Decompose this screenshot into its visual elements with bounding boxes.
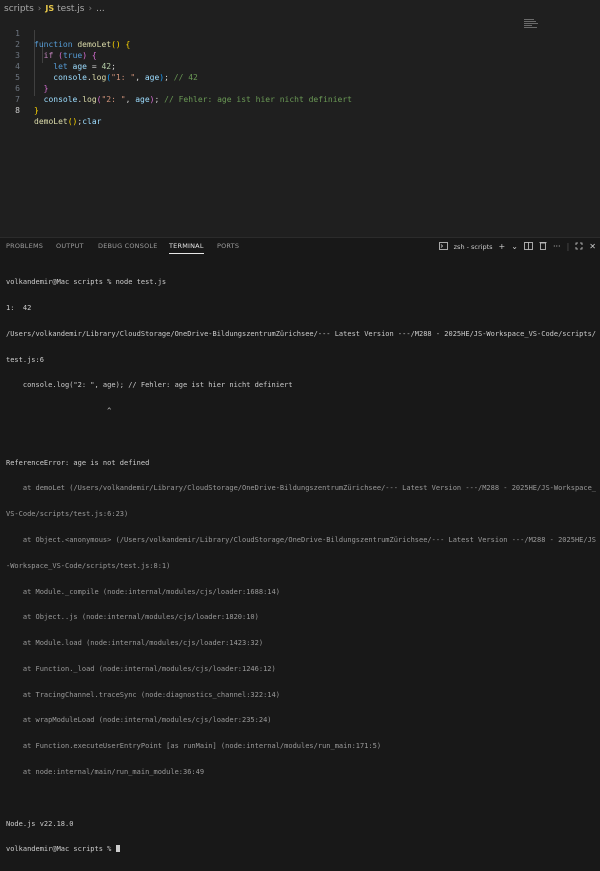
breadcrumb-symbol[interactable]: ... bbox=[96, 4, 105, 14]
chevron-down-icon[interactable]: ⌄ bbox=[511, 242, 518, 251]
add-terminal-icon[interactable]: + bbox=[499, 242, 506, 251]
terminal-actions: zsh - scripts + ⌄ ··· | ✕ bbox=[438, 241, 596, 252]
terminal-line: at TracingChannel.traceSync (node:diagno… bbox=[6, 690, 280, 699]
terminal-cursor bbox=[115, 845, 120, 853]
tab-ports[interactable]: PORTS bbox=[217, 242, 239, 250]
terminal-line: at wrapModuleLoad (node:internal/modules… bbox=[6, 716, 272, 725]
terminal-prompt-line[interactable]: volkandemir@Mac scripts % bbox=[6, 845, 596, 854]
terminal-line: at Function.executeUserEntryPoint [as ru… bbox=[6, 742, 382, 751]
js-file-icon: JS bbox=[45, 4, 55, 13]
code-line: 1 function demoLet() { bbox=[0, 17, 560, 49]
separator-icon: | bbox=[566, 242, 570, 251]
bottom-panel: PROBLEMS OUTPUT DEBUG CONSOLE TERMINAL P… bbox=[0, 237, 600, 853]
terminal-line: at Object.<anonymous> (/Users/volkandemi… bbox=[6, 536, 597, 544]
panel-tabs: PROBLEMS OUTPUT DEBUG CONSOLE TERMINAL P… bbox=[0, 238, 600, 256]
terminal-output[interactable]: volkandemir@Mac scripts % node test.js 1… bbox=[6, 261, 596, 871]
terminal-line: at demoLet (/Users/volkandemir/Library/C… bbox=[6, 484, 597, 493]
breadcrumb-folder[interactable]: scripts bbox=[4, 4, 34, 14]
close-panel-icon[interactable]: ✕ bbox=[589, 242, 596, 251]
tab-problems[interactable]: PROBLEMS bbox=[6, 242, 43, 250]
terminal-line: ReferenceError: age is not defined bbox=[6, 458, 150, 467]
tab-output[interactable]: OUTPUT bbox=[56, 242, 84, 250]
terminal-line: at Module.load (node:internal/modules/cj… bbox=[6, 639, 264, 648]
terminal-line: test.js:6 bbox=[6, 355, 44, 364]
terminal-line: volkandemir@Mac scripts % node test.js bbox=[6, 278, 167, 287]
terminal-line: console.log("2: ", age); // Fehler: age … bbox=[6, 381, 293, 390]
tab-terminal[interactable]: TERMINAL bbox=[169, 242, 204, 254]
tab-debug-console[interactable]: DEBUG CONSOLE bbox=[98, 242, 158, 250]
split-terminal-icon[interactable] bbox=[524, 241, 533, 252]
code-editor[interactable]: 1 function demoLet() { 2 if (true) { 3 l… bbox=[0, 17, 600, 237]
terminal-line: Node.js v22.18.0 bbox=[6, 819, 74, 828]
breadcrumb-file[interactable]: test.js bbox=[57, 4, 84, 14]
terminal-selector[interactable]: zsh - scripts bbox=[454, 243, 493, 251]
terminal-line: at Object..js (node:internal/modules/cjs… bbox=[6, 613, 259, 622]
code-line: 5 } bbox=[0, 61, 560, 93]
trash-icon[interactable] bbox=[539, 241, 547, 252]
chevron-right-icon: › bbox=[88, 3, 93, 14]
breadcrumb: scripts › JS test.js › ... bbox=[0, 0, 600, 17]
terminal-line: ^ bbox=[6, 407, 112, 416]
terminal-icon bbox=[438, 241, 448, 252]
code-line: 3 let age = 42; bbox=[0, 39, 560, 71]
terminal-line: at Module._compile (node:internal/module… bbox=[6, 587, 280, 596]
code-line: 4 console.log("1: ", age); // 42 bbox=[0, 50, 560, 82]
code-line: 6 console.log("2: ", age); // Fehler: ag… bbox=[0, 72, 560, 104]
chevron-right-icon: › bbox=[37, 3, 42, 14]
code-line: 8 demoLet();clar bbox=[0, 94, 560, 126]
terminal-line: /Users/volkandemir/Library/CloudStorage/… bbox=[6, 329, 597, 338]
code-line: 7 } bbox=[0, 83, 560, 115]
more-icon[interactable]: ··· bbox=[553, 242, 561, 251]
terminal-line: at node:internal/main/run_main_module:36… bbox=[6, 768, 205, 777]
terminal-prompt: volkandemir@Mac scripts % bbox=[6, 845, 116, 854]
terminal-line: VS-Code/scripts/test.js:6:23) bbox=[6, 510, 129, 519]
terminal-line: 1: 42 bbox=[6, 303, 32, 312]
code-line: 2 if (true) { bbox=[0, 28, 560, 60]
terminal-line: at Function._load (node:internal/modules… bbox=[6, 664, 276, 673]
terminal-line: -Workspace_VS-Code/scripts/test.js:8:1) bbox=[6, 561, 171, 570]
maximize-panel-icon[interactable] bbox=[575, 242, 583, 252]
line-number: 8 bbox=[15, 106, 20, 115]
